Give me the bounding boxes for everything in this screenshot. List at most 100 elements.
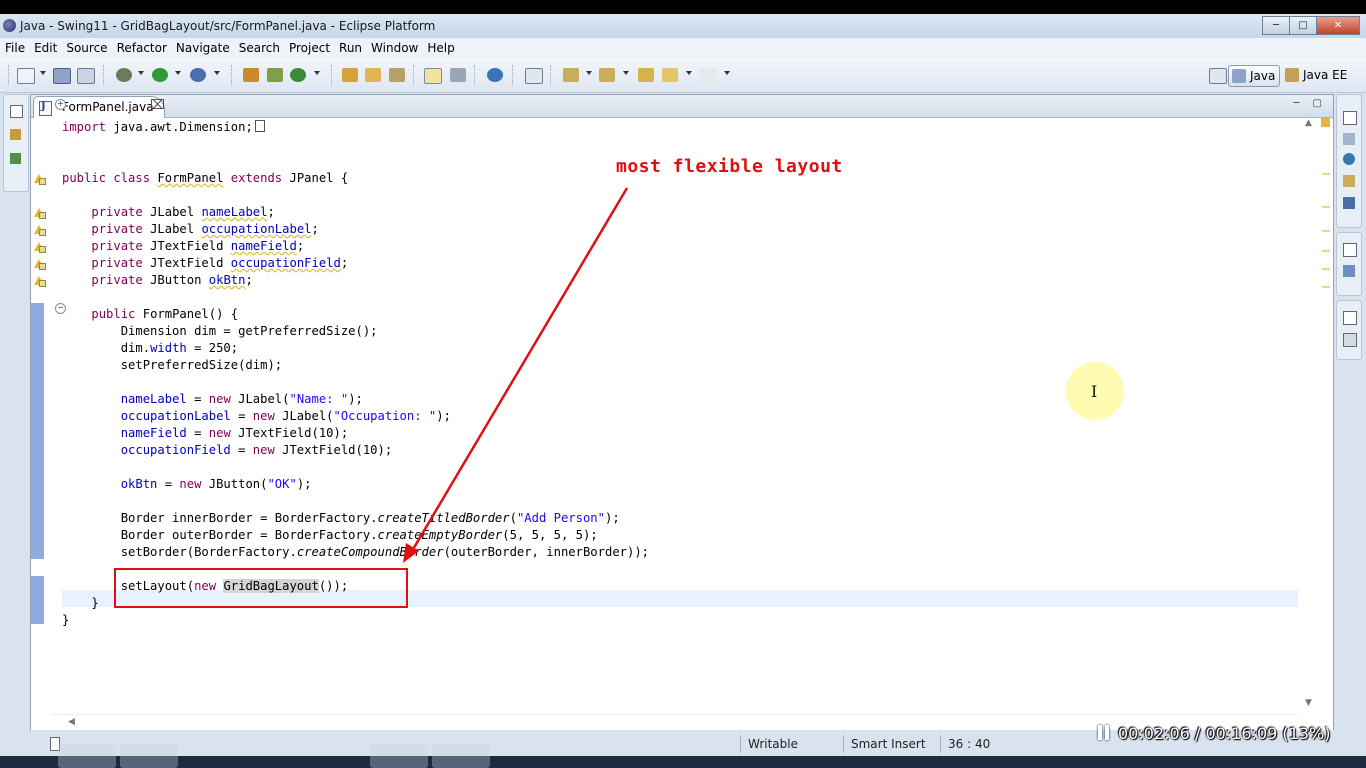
declaration-icon[interactable] bbox=[1343, 175, 1355, 187]
minimize-icon[interactable]: ─ bbox=[1262, 16, 1290, 35]
save-icon[interactable] bbox=[53, 68, 71, 84]
warning-icon[interactable] bbox=[34, 259, 46, 270]
code-token: JLabel( bbox=[230, 392, 290, 406]
menu-project[interactable]: Project bbox=[284, 38, 334, 55]
collapse-fold-icon[interactable]: − bbox=[55, 303, 66, 314]
warning-icon[interactable] bbox=[34, 242, 46, 253]
toggle-block-icon[interactable] bbox=[450, 68, 466, 82]
next-annotation-icon[interactable] bbox=[563, 68, 579, 82]
taskbar-button[interactable] bbox=[120, 744, 178, 768]
menu-run[interactable]: Run bbox=[334, 38, 366, 55]
package-explorer-icon[interactable] bbox=[10, 129, 21, 140]
task-list-icon[interactable] bbox=[1343, 265, 1355, 277]
restore-icon[interactable] bbox=[1343, 311, 1357, 325]
restore-icon[interactable] bbox=[1343, 111, 1357, 125]
collapsed-import-icon[interactable] bbox=[254, 120, 265, 132]
menu-source[interactable]: Source bbox=[61, 38, 111, 55]
chevron-down-icon[interactable] bbox=[724, 71, 730, 75]
mark-occurrences-icon[interactable] bbox=[424, 68, 442, 84]
chevron-down-icon[interactable] bbox=[623, 71, 629, 75]
scroll-down-icon[interactable]: ▼ bbox=[1305, 698, 1312, 708]
pause-icon[interactable] bbox=[1098, 725, 1110, 740]
menu-navigate[interactable]: Navigate bbox=[171, 38, 234, 55]
pin-editor-icon[interactable] bbox=[525, 68, 543, 84]
code-token: JPanel { bbox=[282, 171, 349, 185]
debug-icon[interactable] bbox=[116, 68, 132, 82]
warning-summary-icon[interactable] bbox=[1321, 118, 1330, 127]
warning-icon[interactable] bbox=[34, 208, 46, 219]
restore-icon[interactable] bbox=[1343, 243, 1357, 257]
menu-edit[interactable]: Edit bbox=[29, 38, 61, 55]
code-token: (5, 5, 5, 5); bbox=[502, 528, 598, 542]
editor-pane: *FormPanel.java ⌧ ─ ▢ import java.awt.Di… bbox=[30, 94, 1334, 732]
overview-warning-mark[interactable] bbox=[1322, 286, 1330, 288]
new-icon[interactable] bbox=[17, 68, 35, 84]
scroll-up-icon[interactable]: ▲ bbox=[1305, 118, 1312, 128]
overview-warning-mark[interactable] bbox=[1322, 173, 1330, 175]
chevron-down-icon[interactable] bbox=[214, 71, 220, 75]
outline-icon[interactable] bbox=[1343, 133, 1355, 145]
overview-warning-mark[interactable] bbox=[1322, 206, 1330, 208]
back-icon[interactable] bbox=[662, 68, 678, 82]
run-icon[interactable] bbox=[152, 68, 168, 82]
close-icon[interactable]: ✕ bbox=[1316, 16, 1360, 35]
status-insert-mode: Smart Insert bbox=[843, 735, 943, 753]
minimize-maximize-icons[interactable]: ─ ▢ bbox=[1293, 98, 1327, 109]
menu-help[interactable]: Help bbox=[422, 38, 458, 55]
chevron-down-icon[interactable] bbox=[175, 71, 181, 75]
warning-icon[interactable] bbox=[34, 225, 46, 236]
console-icon[interactable] bbox=[1343, 197, 1355, 209]
taskbar-button[interactable] bbox=[370, 744, 428, 768]
warning-icon[interactable] bbox=[34, 276, 46, 287]
perspective-java-ee[interactable]: Java EE bbox=[1285, 65, 1347, 85]
code-area[interactable]: import java.awt.Dimension; public class F… bbox=[52, 118, 1298, 714]
globe-icon[interactable] bbox=[487, 68, 503, 82]
menu-search[interactable]: Search bbox=[234, 38, 284, 55]
last-edit-location-icon[interactable] bbox=[638, 68, 654, 82]
perspective-java[interactable]: Java bbox=[1228, 65, 1281, 87]
taskbar-button[interactable] bbox=[58, 744, 116, 768]
previous-annotation-icon[interactable] bbox=[599, 68, 615, 82]
tab-formpanel-java[interactable]: *FormPanel.java ⌧ bbox=[33, 96, 165, 118]
new-package-icon[interactable] bbox=[267, 68, 283, 82]
expand-fold-icon[interactable]: + bbox=[55, 99, 66, 110]
chevron-down-icon[interactable] bbox=[40, 71, 46, 75]
overview-warning-mark[interactable] bbox=[1322, 250, 1330, 252]
restore-icon[interactable] bbox=[10, 105, 23, 118]
overview-warning-mark[interactable] bbox=[1322, 230, 1330, 232]
taskbar-button[interactable] bbox=[432, 744, 490, 768]
forward-icon[interactable] bbox=[700, 68, 716, 82]
code-token: occupationField bbox=[120, 443, 231, 457]
warning-icon[interactable] bbox=[34, 174, 46, 185]
search-icon[interactable] bbox=[389, 68, 405, 82]
open-perspective-icon[interactable] bbox=[1209, 68, 1227, 84]
print-icon[interactable] bbox=[77, 68, 95, 84]
scroll-left-icon[interactable]: ◀ bbox=[68, 717, 75, 727]
menu-refactor[interactable]: Refactor bbox=[112, 38, 171, 55]
code-token: import bbox=[62, 120, 107, 134]
hierarchy-icon[interactable] bbox=[10, 153, 21, 164]
new-java-project-icon[interactable] bbox=[243, 68, 259, 82]
chevron-down-icon[interactable] bbox=[686, 71, 692, 75]
code-token: private bbox=[91, 256, 143, 270]
overview-warning-mark[interactable] bbox=[1322, 268, 1330, 270]
close-icon[interactable]: ⌧ bbox=[150, 98, 165, 113]
chevron-down-icon[interactable] bbox=[138, 71, 144, 75]
open-type-icon[interactable] bbox=[342, 68, 358, 82]
os-taskbar bbox=[0, 756, 1366, 768]
javadoc-icon[interactable] bbox=[1343, 153, 1355, 165]
menu-file[interactable]: File bbox=[0, 38, 29, 55]
coverage-icon[interactable] bbox=[190, 68, 206, 82]
code-line: private JLabel nameLabel; bbox=[62, 204, 274, 221]
new-class-icon[interactable] bbox=[290, 68, 306, 82]
menu-bar: File Edit Source Refactor Navigate Search Proj… bbox=[0, 38, 1366, 58]
chevron-down-icon[interactable] bbox=[314, 71, 320, 75]
problems-icon[interactable] bbox=[1343, 333, 1357, 347]
chevron-down-icon[interactable] bbox=[586, 71, 592, 75]
maximize-icon[interactable]: □ bbox=[1289, 16, 1317, 35]
menu-window[interactable]: Window bbox=[366, 38, 422, 55]
open-folder-icon[interactable] bbox=[365, 68, 381, 82]
vertical-scrollbar[interactable]: ▲ ▼ bbox=[1301, 118, 1319, 714]
